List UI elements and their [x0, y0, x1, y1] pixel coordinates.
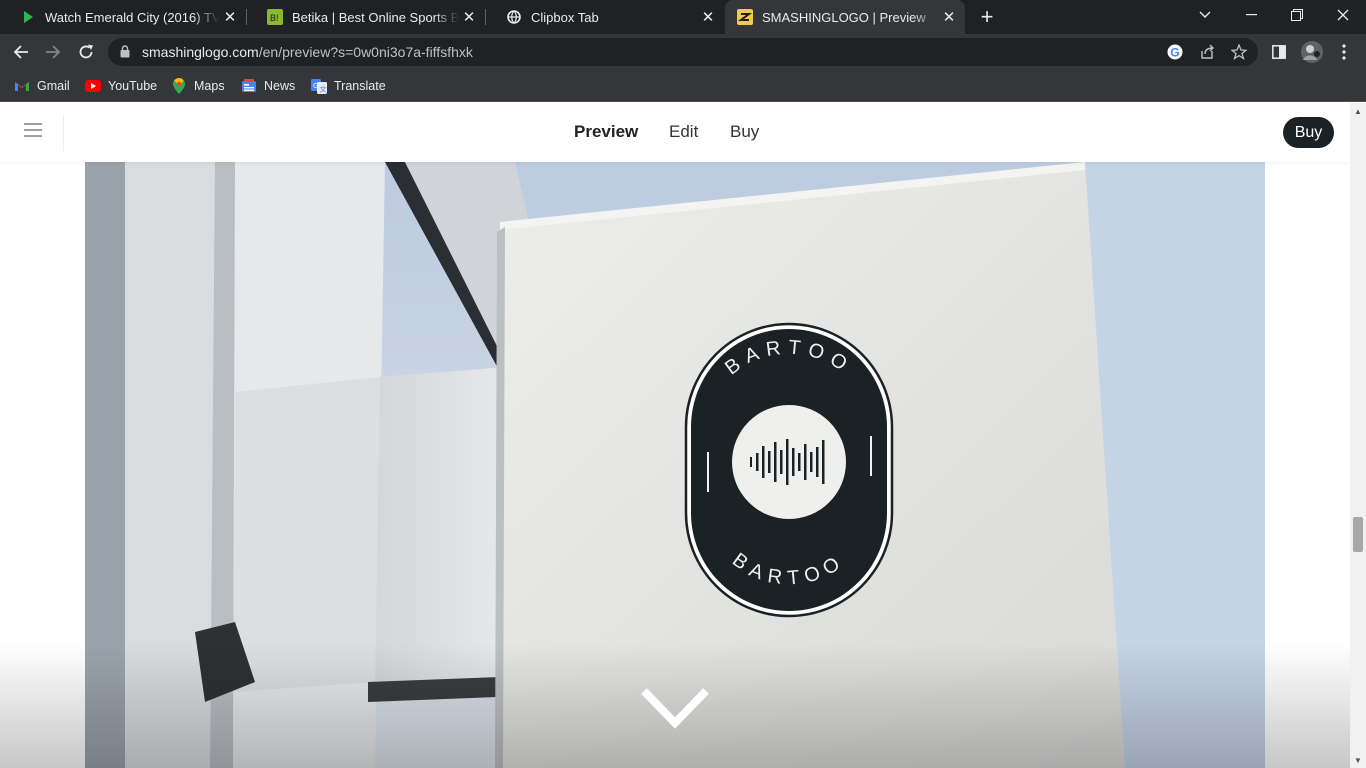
nav-buy[interactable]: Buy: [730, 122, 759, 142]
close-tab-icon[interactable]: ✕: [459, 7, 479, 27]
tab-title: SMASHINGLOGO | Preview: [762, 9, 926, 25]
page-scrollbar[interactable]: ▲ ▼: [1350, 103, 1366, 768]
bookmark-label: Maps: [194, 79, 225, 93]
browser-toolbar: smashinglogo.com/en/preview?s=0w0ni3o7a-…: [0, 34, 1366, 70]
address-bar[interactable]: smashinglogo.com/en/preview?s=0w0ni3o7a-…: [108, 38, 1258, 66]
play-icon: [20, 9, 36, 25]
tab-title: Watch Emerald City (2016) TV Series: [45, 9, 220, 25]
scrollbar-thumb[interactable]: [1353, 517, 1363, 552]
bookmark-translate[interactable]: G文 Translate: [311, 76, 386, 96]
bookmark-label: YouTube: [108, 79, 158, 93]
bartoo-logo: BARTOO BARTOO: [684, 322, 894, 618]
site-header: Preview Edit Buy Buy: [0, 103, 1350, 162]
tab-betika[interactable]: B! Betika | Best Online Sports Betting ✕: [247, 0, 485, 34]
share-icon[interactable]: [1199, 44, 1215, 65]
side-panel-icon[interactable]: [1264, 37, 1294, 67]
news-icon: [241, 78, 257, 94]
bookmark-star-icon[interactable]: [1230, 43, 1248, 65]
web-page: Preview Edit Buy Buy BARTOO BARTOO: [0, 103, 1350, 768]
scroll-up-arrow-icon[interactable]: ▲: [1354, 107, 1362, 116]
svg-text:B!: B!: [270, 13, 279, 23]
maps-icon: [171, 78, 187, 94]
google-icon[interactable]: G: [1167, 44, 1183, 65]
bookmark-label: Gmail: [37, 79, 70, 93]
close-tab-icon[interactable]: ✕: [698, 7, 718, 27]
bookmark-label: Translate: [334, 79, 386, 93]
reload-button[interactable]: [71, 37, 101, 67]
minimize-button[interactable]: [1228, 0, 1274, 30]
nav-preview[interactable]: Preview: [574, 122, 638, 142]
youtube-icon: [85, 78, 101, 94]
tab-title: Clipbox Tab: [531, 9, 599, 25]
tab-search-button[interactable]: [1182, 0, 1228, 30]
betika-icon: B!: [267, 9, 283, 25]
svg-text:G: G: [313, 83, 318, 90]
svg-text:文: 文: [320, 85, 327, 94]
close-window-button[interactable]: [1320, 0, 1366, 30]
hamburger-menu-icon[interactable]: [24, 123, 42, 141]
tab-emerald-city[interactable]: Watch Emerald City (2016) TV Series ✕: [0, 0, 246, 34]
scroll-down-chevron-icon[interactable]: [640, 685, 710, 738]
bookmark-gmail[interactable]: Gmail: [14, 76, 70, 96]
translate-icon: G文: [311, 78, 327, 94]
url-path: /en/preview?s=0w0ni3o7a-fiffsfhxk: [258, 44, 473, 60]
globe-icon: [506, 9, 522, 25]
buy-button[interactable]: Buy: [1283, 117, 1334, 148]
bookmark-maps[interactable]: Maps: [171, 76, 225, 96]
bookmark-youtube[interactable]: YouTube: [85, 76, 157, 96]
scroll-down-arrow-icon[interactable]: ▼: [1354, 756, 1362, 765]
back-button[interactable]: [6, 37, 36, 67]
nav-edit[interactable]: Edit: [669, 122, 698, 142]
new-tab-button[interactable]: +: [974, 4, 1000, 30]
menu-kebab-icon[interactable]: [1329, 37, 1359, 67]
url-text[interactable]: smashinglogo.com/en/preview?s=0w0ni3o7a-…: [142, 44, 473, 60]
gmail-icon: [14, 78, 30, 94]
bookmark-news[interactable]: News: [241, 76, 295, 96]
lock-icon[interactable]: [120, 45, 130, 63]
smashinglogo-icon: [737, 9, 753, 25]
url-host: smashinglogo.com: [142, 44, 259, 60]
profile-avatar[interactable]: [1297, 37, 1327, 67]
tab-strip: Watch Emerald City (2016) TV Series ✕ B!…: [0, 0, 1366, 34]
tab-smashinglogo[interactable]: SMASHINGLOGO | Preview ✕: [725, 0, 965, 34]
forward-button[interactable]: [38, 37, 68, 67]
header-divider: [63, 115, 64, 151]
svg-text:G: G: [1170, 45, 1179, 59]
bookmark-label: News: [264, 79, 296, 93]
tab-clipbox[interactable]: Clipbox Tab ✕: [486, 0, 724, 34]
restore-button[interactable]: [1274, 0, 1320, 30]
close-tab-icon[interactable]: ✕: [220, 7, 240, 27]
tab-title: Betika | Best Online Sports Betting: [292, 9, 459, 25]
close-tab-icon[interactable]: ✕: [939, 7, 959, 27]
bookmarks-bar: Gmail YouTube Maps News G文 Translate: [0, 70, 1366, 102]
